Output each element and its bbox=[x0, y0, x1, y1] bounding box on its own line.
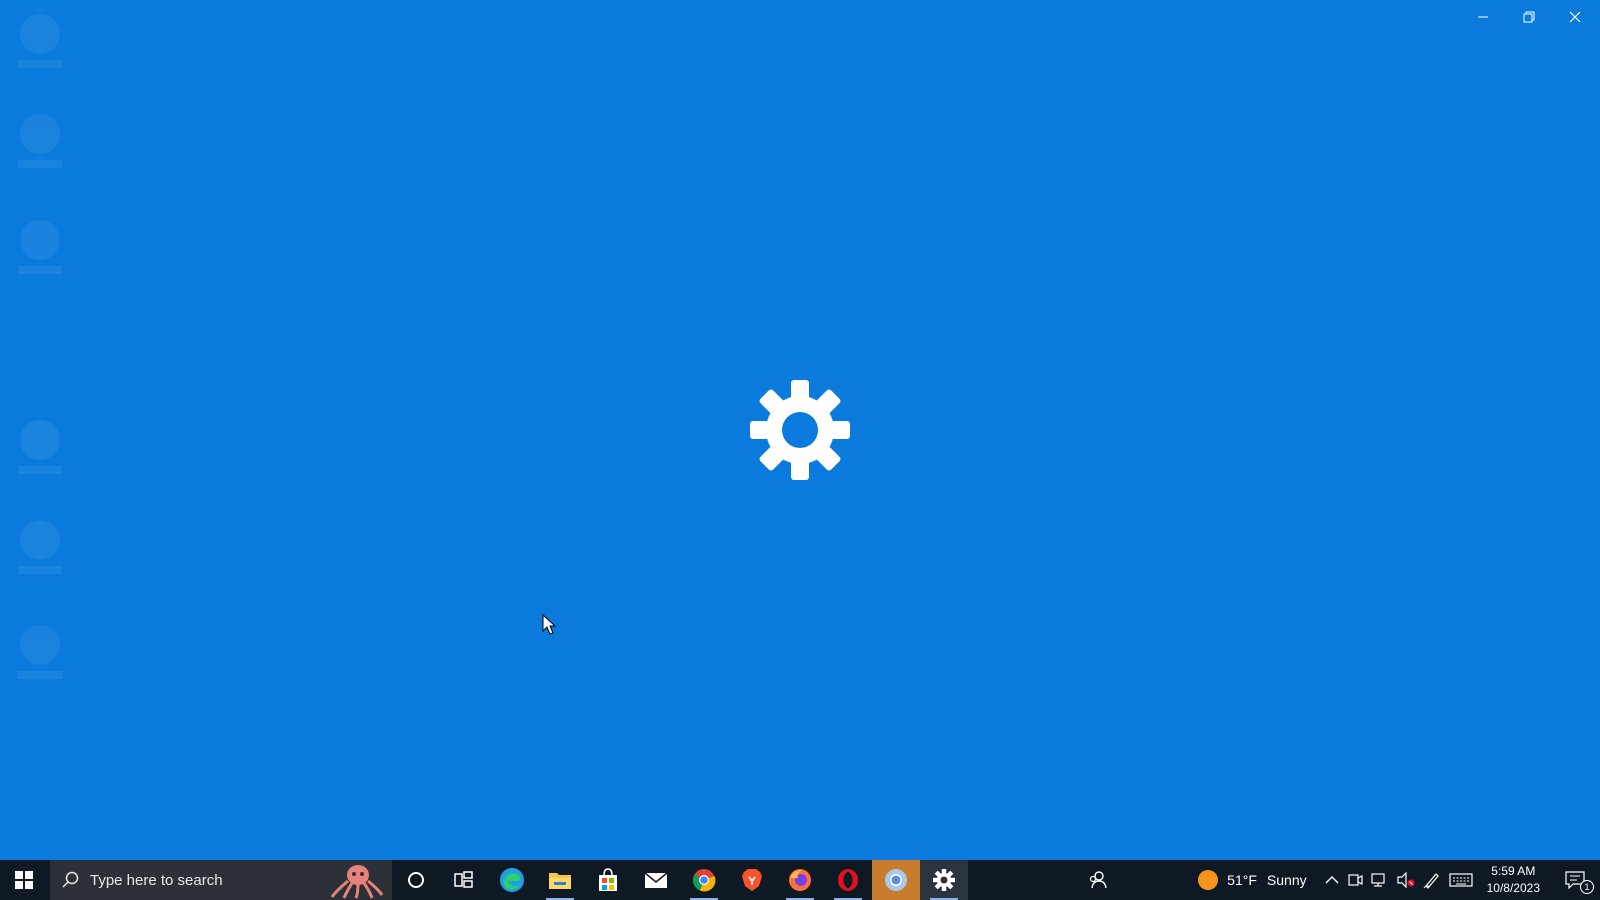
ghost-desktop-icon bbox=[12, 625, 68, 685]
octopus-doodle-icon bbox=[330, 865, 384, 899]
gear-icon bbox=[750, 380, 850, 480]
close-button[interactable] bbox=[1552, 0, 1598, 34]
mail-icon bbox=[644, 872, 668, 888]
mouse-cursor-icon bbox=[542, 614, 557, 635]
ghost-desktop-icon bbox=[12, 114, 68, 174]
taskbar-app-brave[interactable] bbox=[728, 860, 776, 900]
touch-keyboard-button[interactable] bbox=[1445, 860, 1477, 900]
taskbar-app-mail[interactable] bbox=[632, 860, 680, 900]
restore-button[interactable] bbox=[1506, 0, 1552, 34]
chrome-icon bbox=[692, 869, 716, 892]
firefox-icon bbox=[789, 869, 811, 891]
sun-icon bbox=[1198, 870, 1219, 890]
taskbar-app-chrome[interactable] bbox=[680, 860, 728, 900]
keyboard-icon bbox=[1449, 873, 1473, 887]
windows-logo-icon bbox=[15, 871, 33, 889]
minimize-button[interactable] bbox=[1460, 0, 1506, 34]
notification-count-badge: 1 bbox=[1580, 880, 1594, 894]
taskbar-app-edge[interactable] bbox=[488, 860, 536, 900]
taskbar-app-opera[interactable] bbox=[824, 860, 872, 900]
network-tray-button[interactable] bbox=[1367, 860, 1393, 900]
start-button[interactable] bbox=[0, 860, 48, 900]
ghost-desktop-icon bbox=[12, 420, 68, 480]
task-view-icon bbox=[454, 871, 473, 888]
taskbar-app-file-explorer[interactable] bbox=[536, 860, 584, 900]
folder-icon bbox=[549, 873, 571, 889]
circle-icon bbox=[408, 872, 424, 888]
camera-icon bbox=[1348, 874, 1363, 886]
weather-temperature: 51°F bbox=[1227, 872, 1257, 888]
taskbar: Type here to search 51°F Sunny 5:59 AM 1… bbox=[0, 860, 1600, 900]
gear-icon bbox=[933, 869, 955, 891]
brave-icon bbox=[742, 869, 762, 891]
search-box[interactable]: Type here to search bbox=[50, 860, 392, 900]
store-icon bbox=[599, 868, 617, 891]
action-center-button[interactable]: 1 bbox=[1550, 860, 1600, 900]
chevron-up-icon bbox=[1325, 876, 1339, 884]
weather-widget[interactable]: 51°F Sunny bbox=[1193, 860, 1310, 900]
taskbar-app-firefox[interactable] bbox=[776, 860, 824, 900]
people-button[interactable] bbox=[1074, 860, 1122, 900]
ghost-desktop-icon bbox=[12, 220, 68, 280]
opera-icon bbox=[838, 869, 858, 891]
volume-muted-icon bbox=[1397, 872, 1415, 888]
edge-icon bbox=[500, 868, 524, 892]
minimize-icon bbox=[1478, 16, 1488, 18]
cortana-button[interactable] bbox=[392, 860, 440, 900]
pen-workspace-button[interactable] bbox=[1419, 860, 1445, 900]
close-icon bbox=[1569, 11, 1581, 23]
meet-now-tray-button[interactable] bbox=[1343, 860, 1367, 900]
task-view-button[interactable] bbox=[440, 860, 488, 900]
pen-icon bbox=[1423, 873, 1439, 889]
clock[interactable]: 5:59 AM 10/8/2023 bbox=[1477, 863, 1550, 897]
ghost-desktop-icon bbox=[12, 520, 68, 580]
people-icon bbox=[1089, 871, 1107, 889]
weather-condition: Sunny bbox=[1266, 872, 1307, 888]
search-icon bbox=[62, 871, 79, 888]
settings-window bbox=[0, 0, 1600, 860]
chromium-icon bbox=[885, 869, 907, 891]
taskbar-app-settings[interactable] bbox=[920, 860, 968, 900]
volume-tray-button[interactable] bbox=[1393, 860, 1419, 900]
system-tray: 51°F Sunny 5:59 AM 10/8/2023 1 bbox=[1193, 860, 1600, 900]
restore-icon bbox=[1523, 11, 1535, 23]
taskbar-app-chromium[interactable] bbox=[872, 860, 920, 900]
clock-date: 10/8/2023 bbox=[1486, 881, 1540, 895]
network-icon bbox=[1371, 873, 1385, 887]
taskbar-app-microsoft-store[interactable] bbox=[584, 860, 632, 900]
ghost-desktop-icon bbox=[12, 14, 68, 74]
clock-time: 5:59 AM bbox=[1491, 864, 1536, 878]
search-placeholder: Type here to search bbox=[90, 871, 223, 889]
show-hidden-icons-button[interactable] bbox=[1321, 860, 1343, 900]
